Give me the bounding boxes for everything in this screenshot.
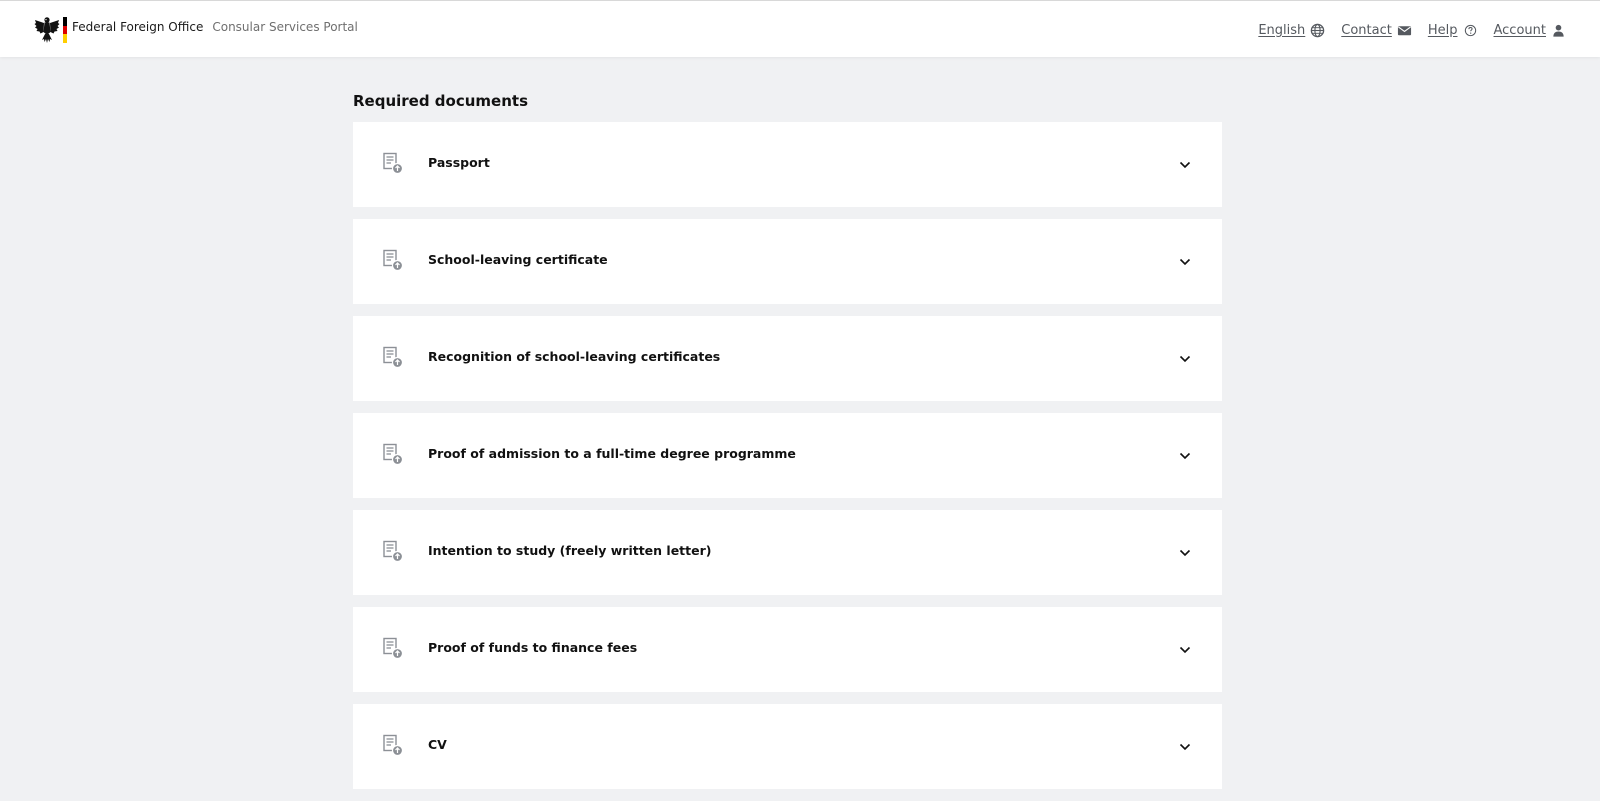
document-upload-icon <box>383 540 404 563</box>
account-label: Account <box>1493 22 1547 38</box>
top-navigation-bar: Federal Foreign Office Consular Services… <box>0 0 1600 57</box>
site-subtitle: Consular Services Portal <box>212 20 358 34</box>
document-item-proof-of-funds[interactable]: Proof of funds to finance fees <box>353 607 1222 692</box>
document-label: Proof of admission to a full-time degree… <box>428 446 796 461</box>
document-item-cv[interactable]: CV <box>353 704 1222 789</box>
document-item-recognition-of-certificates[interactable]: Recognition of school-leaving certificat… <box>353 316 1222 401</box>
document-label: Intention to study (freely written lette… <box>428 543 712 558</box>
document-item-school-leaving-certificate[interactable]: School-leaving certificate <box>353 219 1222 304</box>
help-link[interactable]: Help <box>1428 23 1478 38</box>
chevron-down-icon[interactable] <box>1178 643 1192 657</box>
federal-eagle-icon <box>34 17 60 43</box>
document-label: Proof of funds to finance fees <box>428 640 638 655</box>
flag-black-stripe <box>63 17 67 26</box>
globe-icon <box>1311 23 1325 37</box>
document-upload-icon <box>383 346 404 369</box>
header-nav: English Contact Help Account <box>1242 20 1566 40</box>
document-upload-icon <box>383 443 404 466</box>
chevron-down-icon[interactable] <box>1178 449 1192 463</box>
help-label: Help <box>1427 22 1458 38</box>
document-upload-icon <box>383 152 404 175</box>
chevron-down-icon[interactable] <box>1178 546 1192 560</box>
document-label: CV <box>428 737 447 752</box>
chevron-down-icon[interactable] <box>1178 352 1192 366</box>
german-flag <box>63 17 67 44</box>
chevron-down-icon[interactable] <box>1178 158 1192 172</box>
document-label: Recognition of school-leaving certificat… <box>428 349 721 364</box>
document-upload-icon <box>383 249 404 272</box>
contact-label: Contact <box>1341 22 1392 38</box>
document-upload-icon <box>383 734 404 757</box>
document-item-proof-of-admission[interactable]: Proof of admission to a full-time degree… <box>353 413 1222 498</box>
document-upload-icon <box>383 637 404 660</box>
section-title: Required documents <box>353 92 529 110</box>
brand-logo[interactable]: Federal Foreign Office Consular Services… <box>34 16 358 44</box>
document-label: School-leaving certificate <box>428 252 608 267</box>
required-documents-section: Required documents Passport School-leavi… <box>353 92 1222 801</box>
help-circle-icon <box>1464 24 1476 36</box>
language-label: English <box>1258 22 1306 38</box>
mail-icon <box>1397 25 1411 35</box>
account-link[interactable]: Account <box>1494 23 1567 38</box>
person-icon <box>1553 24 1564 37</box>
flag-red-stripe <box>63 25 67 35</box>
document-item-intention-to-study[interactable]: Intention to study (freely written lette… <box>353 510 1222 595</box>
flag-gold-stripe <box>63 34 67 44</box>
contact-link[interactable]: Contact <box>1341 23 1412 38</box>
language-link[interactable]: English <box>1258 23 1325 38</box>
document-label: Passport <box>428 155 490 170</box>
chevron-down-icon[interactable] <box>1178 740 1192 754</box>
chevron-down-icon[interactable] <box>1178 255 1192 269</box>
document-item-passport[interactable]: Passport <box>353 122 1222 207</box>
site-title: Federal Foreign Office <box>72 20 204 34</box>
